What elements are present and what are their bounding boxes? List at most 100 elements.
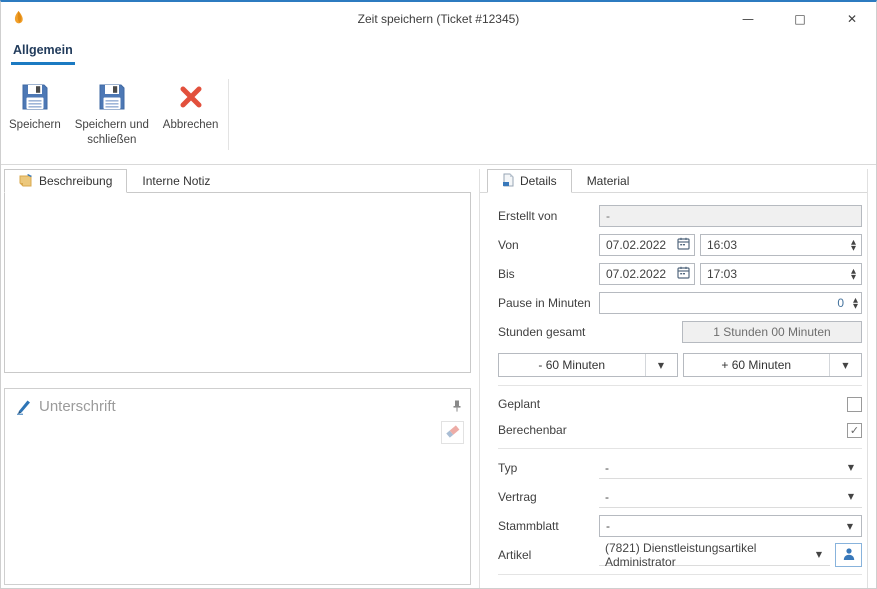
tab-details[interactable]: Details	[487, 169, 572, 193]
ribbon-tab-allgemein[interactable]: Allgemein	[11, 40, 75, 65]
chevron-down-icon[interactable]: ▼	[812, 550, 826, 559]
stunden-field: 1 Stunden 00 Minuten	[682, 321, 862, 343]
berechenbar-checkbox[interactable]: ✓	[847, 423, 862, 438]
ribbon-tabs: Allgemein	[11, 40, 75, 65]
stammblatt-value: -	[606, 519, 610, 533]
tab-material[interactable]: Material	[572, 169, 645, 192]
minimize-button[interactable]: —	[740, 12, 756, 26]
select-person-button[interactable]	[835, 543, 862, 567]
calendar-icon[interactable]	[677, 266, 690, 282]
floppy-disk-icon	[96, 80, 128, 114]
description-textarea[interactable]	[4, 192, 471, 373]
left-panel-tabs: Beschreibung Interne Notiz	[4, 169, 471, 192]
bis-date-value: 07.02.2022	[606, 267, 666, 281]
typ-value: -	[605, 461, 609, 475]
spin-down-icon[interactable]: ▼	[851, 274, 856, 280]
chevron-down-icon[interactable]: ▼	[844, 492, 858, 501]
bis-date-field[interactable]: 07.02.2022	[599, 263, 695, 285]
save-button-label: Speichern	[9, 118, 61, 133]
pause-spinner[interactable]: ▲ ▼	[850, 297, 861, 309]
tab-interne-notiz-label: Interne Notiz	[142, 174, 210, 188]
minus-60-minuten-button[interactable]: - 60 Minuten ▼	[498, 353, 678, 377]
calendar-icon[interactable]	[677, 237, 690, 253]
eraser-icon	[445, 424, 460, 442]
typ-row: Typ - ▼	[498, 457, 862, 479]
tab-interne-notiz[interactable]: Interne Notiz	[127, 169, 225, 192]
tab-beschreibung-label: Beschreibung	[39, 174, 112, 188]
von-time-value: 16:03	[707, 238, 737, 252]
stammblatt-dropdown[interactable]: - ▼	[599, 515, 862, 537]
stunden-label: Stunden gesamt	[498, 325, 599, 339]
main-area: Beschreibung Interne Notiz Un	[1, 165, 876, 588]
cancel-button-label: Abbrechen	[163, 118, 219, 133]
window-controls: — □ ✕	[740, 12, 866, 26]
vertrag-dropdown[interactable]: - ▼	[599, 486, 862, 508]
separator	[498, 448, 862, 449]
save-and-close-button-label: Speichern und schließen	[69, 118, 155, 148]
details-form: Erstellt von - Von 07.02.2022	[498, 193, 862, 575]
vertrag-label: Vertrag	[498, 490, 599, 504]
floppy-disk-icon	[19, 80, 51, 114]
spin-down-icon[interactable]: ▼	[853, 303, 858, 309]
artikel-value: (7821) Dienstleistungsartikel Administra…	[605, 541, 812, 569]
geplant-checkbox[interactable]	[847, 397, 862, 412]
stunden-value: 1 Stunden 00 Minuten	[713, 325, 830, 339]
von-time-field[interactable]: 16:03 ▲ ▼	[700, 234, 862, 256]
maximize-button[interactable]: □	[792, 12, 808, 26]
tab-beschreibung[interactable]: Beschreibung	[4, 169, 127, 193]
ribbon-body: Speichern Speichern und schließen	[1, 72, 876, 165]
bis-row: Bis 07.02.2022	[498, 263, 862, 285]
stammblatt-label: Stammblatt	[498, 519, 599, 533]
plus-dropdown-arrow-icon[interactable]: ▼	[830, 354, 861, 376]
pause-row: Pause in Minuten 0 ▲ ▼	[498, 292, 862, 314]
geplant-row: Geplant	[498, 394, 862, 414]
von-date-field[interactable]: 07.02.2022	[599, 234, 695, 256]
typ-label: Typ	[498, 461, 599, 475]
erstellt-von-value: -	[600, 209, 616, 223]
person-icon	[842, 547, 856, 564]
plus-60-minuten-label[interactable]: + 60 Minuten	[684, 354, 830, 376]
minus-60-minuten-label[interactable]: - 60 Minuten	[499, 354, 645, 376]
geplant-label: Geplant	[498, 397, 540, 411]
spin-down-icon[interactable]: ▼	[851, 245, 856, 251]
erstellt-von-row: Erstellt von -	[498, 205, 862, 227]
titlebar: Zeit speichern (Ticket #12345) — □ ✕	[1, 2, 876, 36]
artikel-dropdown[interactable]: (7821) Dienstleistungsartikel Administra…	[599, 544, 830, 566]
close-button[interactable]: ✕	[844, 12, 860, 26]
stunden-row: Stunden gesamt 1 Stunden 00 Minuten	[498, 321, 862, 343]
plus-60-minuten-button[interactable]: + 60 Minuten ▼	[683, 353, 863, 377]
save-button[interactable]: Speichern	[5, 75, 65, 158]
app-logo-icon	[11, 10, 26, 29]
separator	[498, 385, 862, 386]
vertrag-row: Vertrag - ▼	[498, 486, 862, 508]
cancel-button[interactable]: Abbrechen	[159, 75, 223, 158]
signature-placeholder: Unterschrift	[39, 398, 116, 415]
pin-icon[interactable]	[452, 398, 462, 415]
signature-canvas[interactable]: Unterschrift	[4, 388, 471, 585]
eraser-button[interactable]	[441, 421, 464, 444]
note-icon	[19, 173, 33, 190]
minus-dropdown-arrow-icon[interactable]: ▼	[646, 354, 677, 376]
tab-material-label: Material	[587, 174, 630, 188]
details-page-icon	[502, 173, 514, 190]
pause-field[interactable]: 0 ▲ ▼	[599, 292, 862, 314]
bis-time-spinner[interactable]: ▲ ▼	[848, 268, 859, 280]
check-icon: ✓	[850, 424, 859, 437]
bis-time-field[interactable]: 17:03 ▲ ▼	[700, 263, 862, 285]
chevron-down-icon[interactable]: ▼	[843, 522, 857, 531]
pause-value: 0	[831, 296, 850, 310]
berechenbar-label: Berechenbar	[498, 423, 567, 437]
von-row: Von 07.02.2022	[498, 234, 862, 256]
chevron-down-icon[interactable]: ▼	[844, 463, 858, 472]
ribbon-group-divider	[228, 79, 229, 150]
save-and-close-button[interactable]: Speichern und schließen	[65, 75, 159, 158]
tab-details-label: Details	[520, 174, 557, 188]
app-window: Zeit speichern (Ticket #12345) — □ ✕ All…	[0, 0, 877, 589]
typ-dropdown[interactable]: - ▼	[599, 457, 862, 479]
von-time-spinner[interactable]: ▲ ▼	[848, 239, 859, 251]
vertrag-value: -	[605, 490, 609, 504]
right-panel: Details Material Erstellt von - Von	[479, 169, 868, 588]
von-label: Von	[498, 238, 599, 252]
berechenbar-row: Berechenbar ✓	[498, 420, 862, 440]
signature-header: Unterschrift	[5, 389, 470, 418]
